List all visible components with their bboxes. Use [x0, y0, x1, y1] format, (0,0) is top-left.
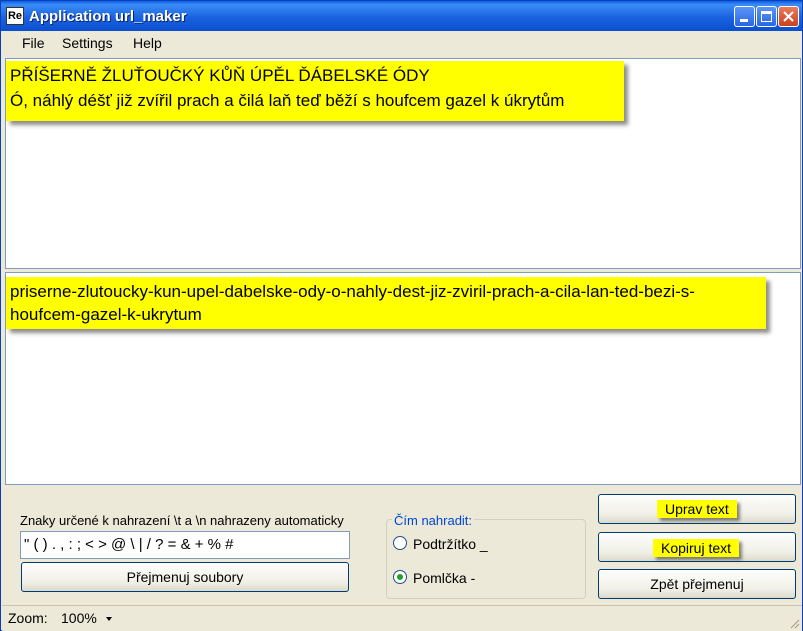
input-line-1: PŘÍŠERNĚ ŽLUŤOUČKÝ KŮŇ ÚPĚL ĎÁBELSKÉ ÓDY [10, 66, 430, 85]
replace-with-title: Čím nahradit: [392, 513, 475, 528]
menu-settings[interactable]: Settings [62, 35, 113, 51]
maximize-button[interactable] [756, 6, 777, 27]
input-highlight: PŘÍŠERNĚ ŽLUŤOUČKÝ KŮŇ ÚPĚL ĎÁBELSKÉ ÓDY… [6, 61, 624, 121]
zoom-dropdown[interactable]: 100% [61, 610, 97, 626]
input-line-2: Ó, náhlý déšť již zvířil prach a čilá la… [10, 91, 565, 110]
chars-input[interactable]: " ( ) . , : ; < > @ \ | / ? = & + % # [20, 531, 350, 559]
minimize-button[interactable] [734, 6, 755, 27]
maximize-icon [761, 11, 772, 22]
title-bar[interactable]: Re Application url_maker [1, 1, 802, 31]
replace-with-group [386, 519, 586, 599]
app-window: Re Application url_maker File Settings H… [0, 0, 803, 631]
app-icon: Re [6, 7, 24, 25]
window-title: Application url_maker [29, 8, 187, 25]
close-button[interactable] [778, 6, 799, 27]
radio-underscore-label[interactable]: Podtržítko _ [413, 536, 488, 552]
zoom-label: Zoom: [8, 610, 48, 626]
copy-text-button[interactable]: Kopiruj text [598, 532, 796, 562]
edit-text-button[interactable]: Uprav text [598, 494, 796, 524]
minimize-icon [740, 19, 748, 22]
menu-file[interactable]: File [22, 35, 45, 51]
output-textarea[interactable]: priserne-zlutoucky-kun-upel-dabelske-ody… [5, 272, 801, 485]
status-bar: Zoom: 100% [2, 605, 802, 631]
output-line-1: priserne-zlutoucky-kun-upel-dabelske-ody… [10, 282, 695, 301]
menu-help[interactable]: Help [133, 35, 162, 51]
radio-underscore[interactable] [393, 536, 407, 550]
undo-rename-button[interactable]: Zpět přejmenuj [598, 569, 796, 599]
chars-label: Znaky určené k nahrazení \t a \n nahraze… [20, 513, 344, 528]
resize-grip-icon[interactable] [788, 617, 800, 629]
radio-selected-dot [397, 574, 403, 580]
menu-bar: File Settings Help [2, 31, 802, 55]
output-highlight: priserne-zlutoucky-kun-upel-dabelske-ody… [6, 277, 766, 329]
output-line-2: houfcem-gazel-k-ukrytum [10, 305, 202, 324]
close-icon [783, 11, 794, 22]
copy-text-label: Kopiruj text [653, 539, 740, 557]
edit-text-label: Uprav text [657, 500, 737, 518]
radio-dash[interactable] [393, 570, 407, 584]
radio-dash-label[interactable]: Pomlčka - [413, 570, 475, 586]
rename-files-button[interactable]: Přejmenuj soubory [21, 562, 349, 592]
chevron-down-icon[interactable] [106, 617, 114, 623]
input-textarea[interactable]: PŘÍŠERNĚ ŽLUŤOUČKÝ KŮŇ ÚPĚL ĎÁBELSKÉ ÓDY… [5, 58, 801, 269]
